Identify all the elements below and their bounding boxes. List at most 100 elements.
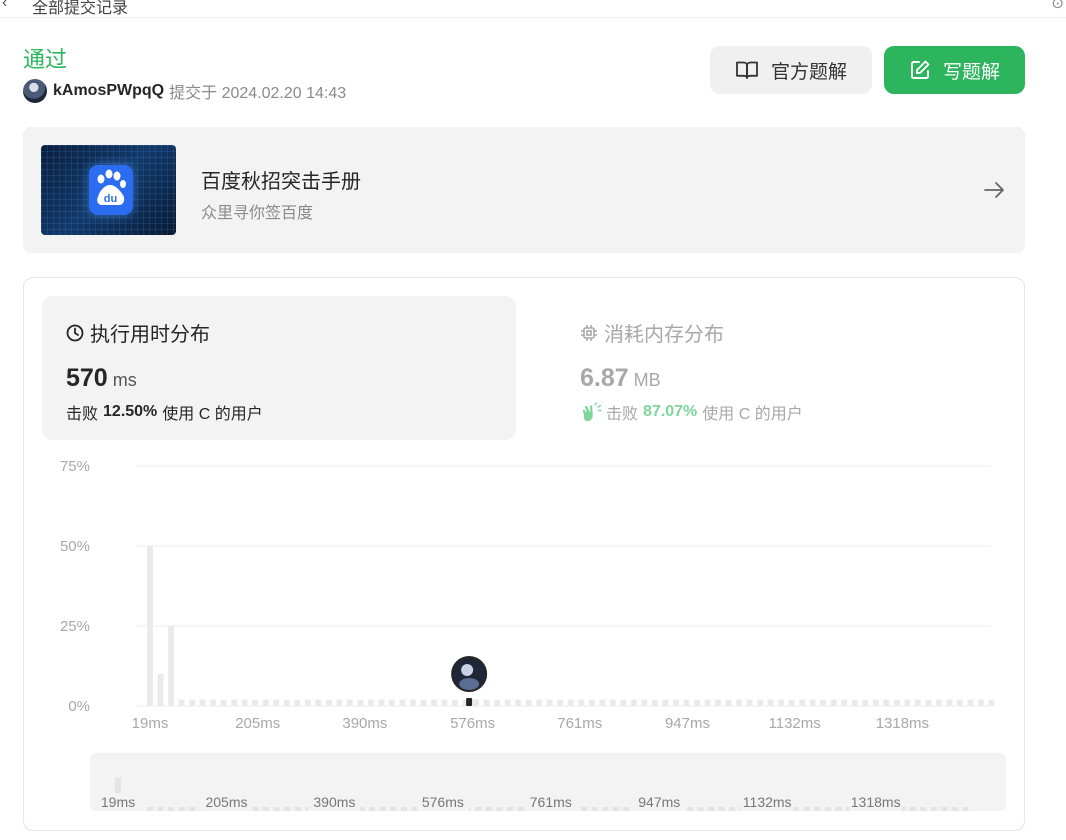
- chart-bar: [147, 546, 153, 706]
- brush-bar: [273, 807, 280, 811]
- chart-bar: [189, 699, 195, 706]
- brush-bar: [475, 807, 482, 811]
- x-tick-label: 19ms: [132, 715, 169, 732]
- chart-bar: [357, 699, 364, 706]
- chart-bar: [609, 699, 616, 706]
- write-solution-button[interactable]: 写题解: [884, 46, 1025, 94]
- chart-bar: [294, 699, 301, 706]
- brush-bar: [951, 807, 958, 811]
- chip-icon: [581, 324, 597, 341]
- username-link[interactable]: kAmosPWpqQ: [53, 82, 164, 100]
- chart-bar: [399, 699, 406, 706]
- banner-image: du: [41, 145, 176, 235]
- memory-beats-percent: 87.07%: [643, 403, 698, 420]
- chart-bar: [231, 699, 238, 706]
- brush-x-tick-label: 1132ms: [743, 794, 792, 810]
- back-arrow-icon[interactable]: ‹: [2, 0, 7, 12]
- chart-bar: [304, 699, 311, 706]
- x-tick-label: 390ms: [342, 715, 387, 732]
- chart-bar: [325, 699, 332, 706]
- x-tick-label: 1318ms: [876, 715, 929, 732]
- runtime-distribution-chart[interactable]: 0% 25% 50% 75% 19ms 205ms 390ms 576ms 761ms 947ms…: [48, 458, 998, 738]
- baidu-logo-icon: du: [89, 165, 133, 215]
- current-submission-avatar: [451, 656, 488, 692]
- write-solution-label: 写题解: [942, 61, 1000, 83]
- brush-bar: [369, 807, 376, 811]
- chart-bar: [494, 699, 501, 706]
- official-solution-button[interactable]: 官方题解: [710, 46, 872, 94]
- chart-bar: [504, 699, 511, 706]
- chart-bar: [283, 699, 290, 706]
- memory-beats: 击败 87.07% 使用 C 的用户: [580, 400, 803, 424]
- top-bar: ‹ 全部提交记录 ⊙: [0, 0, 1066, 18]
- tab-runtime[interactable]: 执行用时分布 570 ms 击败 12.50% 使用 C 的用户: [42, 296, 516, 440]
- x-tick-label: 205ms: [235, 715, 280, 732]
- chart-bar: [662, 699, 669, 706]
- avatar[interactable]: [23, 79, 47, 103]
- brush-bar: [814, 807, 821, 811]
- brush-bar: [252, 807, 259, 811]
- chart-bar: [378, 699, 385, 706]
- chart-bar: [389, 699, 395, 706]
- chart-bar: [704, 699, 711, 706]
- memory-metric: 6.87 MB: [580, 364, 661, 393]
- chart-bar: [557, 699, 564, 706]
- current-bar: [466, 698, 473, 706]
- brush-bar: [687, 807, 693, 811]
- chart-bar: [262, 699, 269, 706]
- chart-bar: [178, 699, 185, 706]
- chart-bar: [515, 699, 522, 706]
- brush-bar: [708, 807, 715, 811]
- brush-x-tick-label: 761ms: [530, 794, 572, 810]
- chart-bar: [452, 699, 458, 706]
- brush-bar: [718, 807, 725, 811]
- chart-bar: [683, 699, 690, 706]
- chart-bar: [862, 699, 869, 706]
- official-solution-label: 官方题解: [770, 61, 847, 83]
- brush-bar: [612, 807, 619, 811]
- x-tick-label: 947ms: [665, 715, 710, 732]
- brush-bar: [284, 807, 291, 811]
- promo-banner[interactable]: du 百度秋招突击手册 众里寻你签百度: [23, 127, 1025, 253]
- chart-bar: [630, 699, 637, 706]
- runtime-unit: ms: [112, 370, 137, 390]
- chart-bar: [473, 699, 479, 706]
- brush-bar: [581, 807, 588, 811]
- chart-bar: [883, 699, 890, 706]
- brush-bar: [189, 807, 196, 811]
- chart-bar: [346, 699, 353, 706]
- chart-bar: [715, 699, 721, 706]
- chart-bar: [546, 699, 553, 706]
- chart-bar: [778, 699, 785, 706]
- chart-bar: [757, 699, 763, 706]
- tab-memory[interactable]: 消耗内存分布 6.87 MB 击败 87.07% 使用 C 的用户: [556, 296, 996, 440]
- brush-bar: [803, 807, 810, 811]
- chart-bar: [273, 699, 280, 706]
- brush-bar: [295, 807, 302, 811]
- arrow-right-icon[interactable]: [983, 179, 1005, 201]
- chart-bar: [588, 699, 595, 706]
- chart-bar: [483, 699, 490, 706]
- chart-bar: [420, 699, 427, 706]
- chart-bar: [410, 699, 416, 706]
- chart-bar: [851, 699, 858, 706]
- clap-hands-icon: [582, 402, 602, 422]
- chart-bar: [336, 699, 343, 706]
- memory-title: 消耗内存分布: [604, 324, 724, 346]
- chart-bar: [599, 699, 606, 706]
- chart-bar: [925, 699, 932, 706]
- chart-bar: [367, 699, 374, 706]
- chart-bar: [841, 699, 848, 706]
- brush-bar: [517, 807, 524, 811]
- brush-bar: [390, 807, 397, 811]
- page-title: 全部提交记录: [32, 0, 129, 17]
- submit-time: 提交于 2024.02.20 14:43: [169, 85, 347, 102]
- chart-bar: [967, 699, 974, 706]
- avatar-body: [459, 678, 480, 690]
- chart-range-brush[interactable]: 19ms 205ms 390ms 576ms 761ms 947ms 1132ms 1318m…: [90, 753, 1006, 811]
- chart-bar: [957, 699, 963, 706]
- share-icon[interactable]: ⊙: [1051, 0, 1064, 12]
- y-tick-label: 25%: [60, 618, 90, 635]
- y-tick-label: 50%: [60, 538, 90, 555]
- range-brush-chart[interactable]: 19ms 205ms 390ms 576ms 761ms 947ms 1132ms 1318m…: [90, 753, 1006, 811]
